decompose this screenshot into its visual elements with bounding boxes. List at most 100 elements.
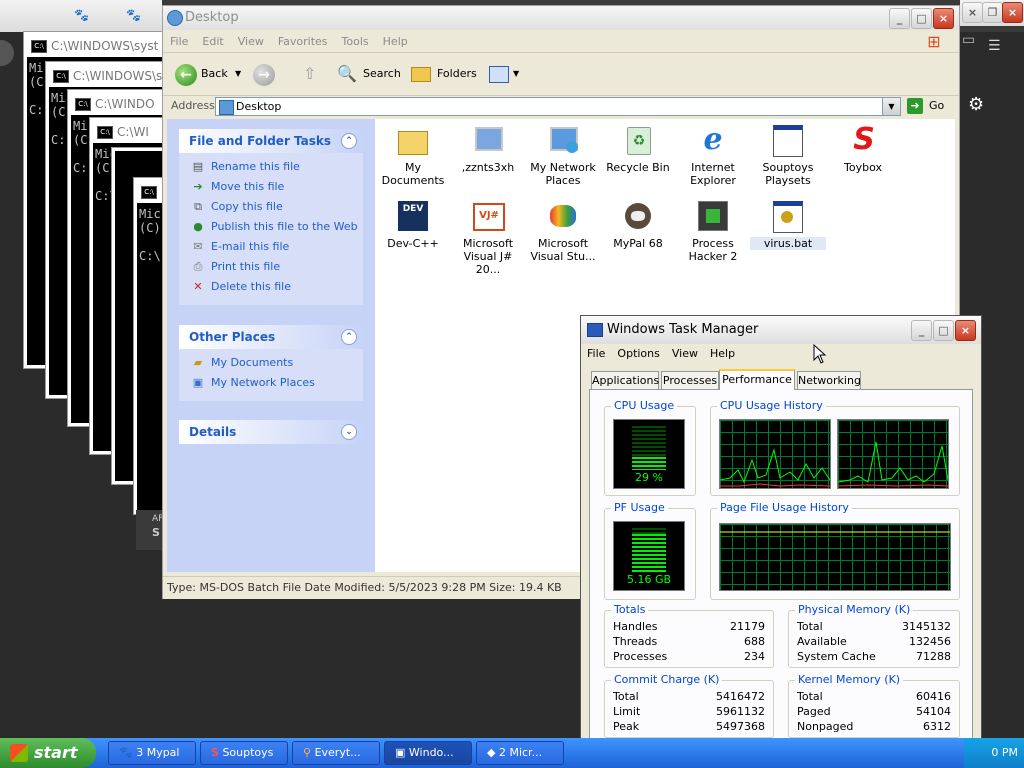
start-button[interactable]: start: [0, 738, 96, 768]
taskbar-mypal[interactable]: 🐾 3 Mypal: [108, 741, 196, 765]
close-button[interactable]: ×: [933, 8, 954, 29]
minimize-button[interactable]: _: [911, 320, 932, 341]
icon-souptoys-playsets[interactable]: Souptoys Playsets: [750, 123, 826, 187]
pf-history-graph: [719, 523, 951, 591]
task-manager-icon: [587, 323, 603, 337]
stat-value: 54104: [916, 705, 951, 718]
menu-view[interactable]: View: [666, 344, 704, 364]
close-button[interactable]: ×: [1002, 2, 1023, 23]
close-button[interactable]: ×: [955, 320, 976, 341]
dropdown-arrow-icon[interactable]: ▼: [235, 61, 241, 87]
icon-visual-studio[interactable]: Microsoft Visual Stu...: [525, 199, 601, 263]
restore-button[interactable]: ❐: [982, 2, 1003, 23]
taskbar-label: 3 Mypal: [136, 746, 180, 759]
system-clock[interactable]: 0 PM: [964, 738, 1024, 768]
tab-processes[interactable]: Processes: [661, 371, 719, 389]
menu-icon[interactable]: ☰: [988, 38, 1008, 58]
views-button[interactable]: ▼: [487, 61, 523, 87]
task-rename[interactable]: ▤ Rename this file: [179, 157, 363, 177]
menu-help[interactable]: Help: [704, 344, 741, 364]
collapse-icon[interactable]: ⌃: [341, 133, 357, 149]
icon-label: Microsoft Visual J# 20...: [462, 237, 514, 276]
task-copy[interactable]: ⧉ Copy this file: [179, 197, 363, 217]
task-manager-titlebar[interactable]: Windows Task Manager _ □ ×: [581, 316, 981, 344]
close-button[interactable]: ×: [962, 2, 983, 23]
place-my-documents[interactable]: ▰ My Documents: [179, 353, 363, 373]
stat-label: Nonpaged: [797, 720, 854, 733]
icon-label: Recycle Bin: [606, 161, 670, 174]
icon-label: ,zznts3xh: [461, 161, 515, 174]
icon-my-documents[interactable]: My Documents: [375, 123, 451, 187]
taskbar-everything[interactable]: ⚲ Everyt...: [292, 741, 380, 765]
explorer-titlebar[interactable]: Desktop _ □ ×: [163, 6, 959, 30]
up-button[interactable]: ⇧: [303, 61, 325, 87]
window-restore-icon[interactable]: ▭: [962, 32, 982, 52]
place-network[interactable]: ▣ My Network Places: [179, 373, 363, 393]
windows-logo-icon: [10, 744, 28, 762]
background-fragment: AF S: [136, 510, 163, 550]
go-label: Go: [929, 99, 945, 112]
taskbar-label: Souptoys: [222, 746, 274, 759]
maximize-button[interactable]: □: [911, 8, 932, 29]
stat-row: Nonpaged 6312: [797, 719, 951, 734]
stat-value: 688: [744, 635, 765, 648]
task-delete[interactable]: ✕ Delete this file: [179, 277, 363, 297]
menu-view[interactable]: View: [231, 32, 271, 52]
icon-virus-bat[interactable]: virus.bat: [750, 199, 826, 250]
icon-dev-cpp[interactable]: DEV Dev-C++: [375, 199, 451, 250]
address-dropdown-button[interactable]: ▼: [882, 98, 900, 115]
mypal-icon: 🐾: [74, 8, 89, 22]
task-label: Delete this file: [211, 280, 291, 293]
minimize-button[interactable]: _: [889, 8, 910, 29]
collapse-icon[interactable]: ⌃: [341, 329, 357, 345]
go-button[interactable]: ➜ Go: [905, 96, 951, 116]
desktop-icon: [219, 100, 234, 115]
back-button[interactable]: ← Back ▼: [173, 61, 241, 87]
address-input[interactable]: Desktop ▼: [215, 97, 901, 116]
task-print[interactable]: ⎙ Print this file: [179, 257, 363, 277]
menu-favorites[interactable]: Favorites: [271, 32, 335, 52]
task-email[interactable]: ✉ E-mail this file: [179, 237, 363, 257]
icon-internet-explorer[interactable]: e Internet Explorer: [675, 123, 751, 188]
menu-options[interactable]: Options: [611, 344, 665, 364]
icon-visual-jsharp[interactable]: VJ# Microsoft Visual J# 20...: [450, 199, 526, 276]
icon-recycle-bin[interactable]: ♻ Recycle Bin: [600, 123, 676, 174]
gear-icon[interactable]: ⚙: [968, 94, 988, 115]
stat-label: Handles: [613, 620, 658, 633]
icon-zznts3xh[interactable]: ,zznts3xh: [450, 123, 526, 174]
stat-label: Peak: [613, 720, 640, 733]
menu-edit[interactable]: Edit: [195, 32, 230, 52]
menu-file[interactable]: File: [163, 32, 195, 52]
taskbar-microsoft-group[interactable]: ◆ 2 Micr...: [476, 741, 564, 765]
icon-toybox[interactable]: S Toybox: [825, 123, 901, 175]
panel-title: Other Places: [189, 330, 276, 344]
forward-button[interactable]: →: [251, 61, 281, 87]
task-manager-window[interactable]: Windows Task Manager _ □ × File Options Vi…: [580, 315, 982, 768]
taskbar-souptoys[interactable]: S Souptoys: [200, 741, 288, 765]
group-label: CPU Usage History: [717, 399, 826, 413]
tab-applications[interactable]: Applications: [591, 371, 659, 389]
icon-my-network-places[interactable]: My Network Places: [525, 123, 601, 187]
pf-history-group: Page File Usage History: [710, 501, 960, 600]
expand-icon[interactable]: ⌄: [341, 424, 357, 440]
tab-networking[interactable]: Networking: [797, 371, 861, 389]
group-label: Page File Usage History: [717, 501, 852, 515]
menu-tools[interactable]: Tools: [335, 32, 376, 52]
task-move[interactable]: ➔ Move this file: [179, 177, 363, 197]
folders-button[interactable]: Folders: [409, 61, 477, 87]
maximize-button[interactable]: □: [933, 320, 954, 341]
icon-label: My Network Places: [530, 161, 596, 187]
panel-title: File and Folder Tasks: [189, 134, 332, 148]
menu-bar: File Options View Help: [581, 344, 981, 364]
stat-label: Total: [797, 620, 823, 633]
icon-process-hacker[interactable]: Process Hacker 2: [675, 199, 751, 263]
cmd-title: C:\WINDOWS\syst: [51, 39, 159, 53]
icon-mypal[interactable]: MyPal 68: [600, 199, 676, 250]
menu-file[interactable]: File: [581, 344, 611, 364]
search-button[interactable]: 🔍 Search: [335, 61, 401, 87]
menu-help[interactable]: Help: [376, 32, 415, 52]
details-panel: Details ⌄: [179, 420, 363, 444]
tab-performance[interactable]: Performance: [719, 369, 795, 390]
task-publish[interactable]: ● Publish this file to the Web: [179, 217, 363, 237]
taskbar-windows-task-manager[interactable]: ▣ Windo...: [384, 741, 472, 765]
